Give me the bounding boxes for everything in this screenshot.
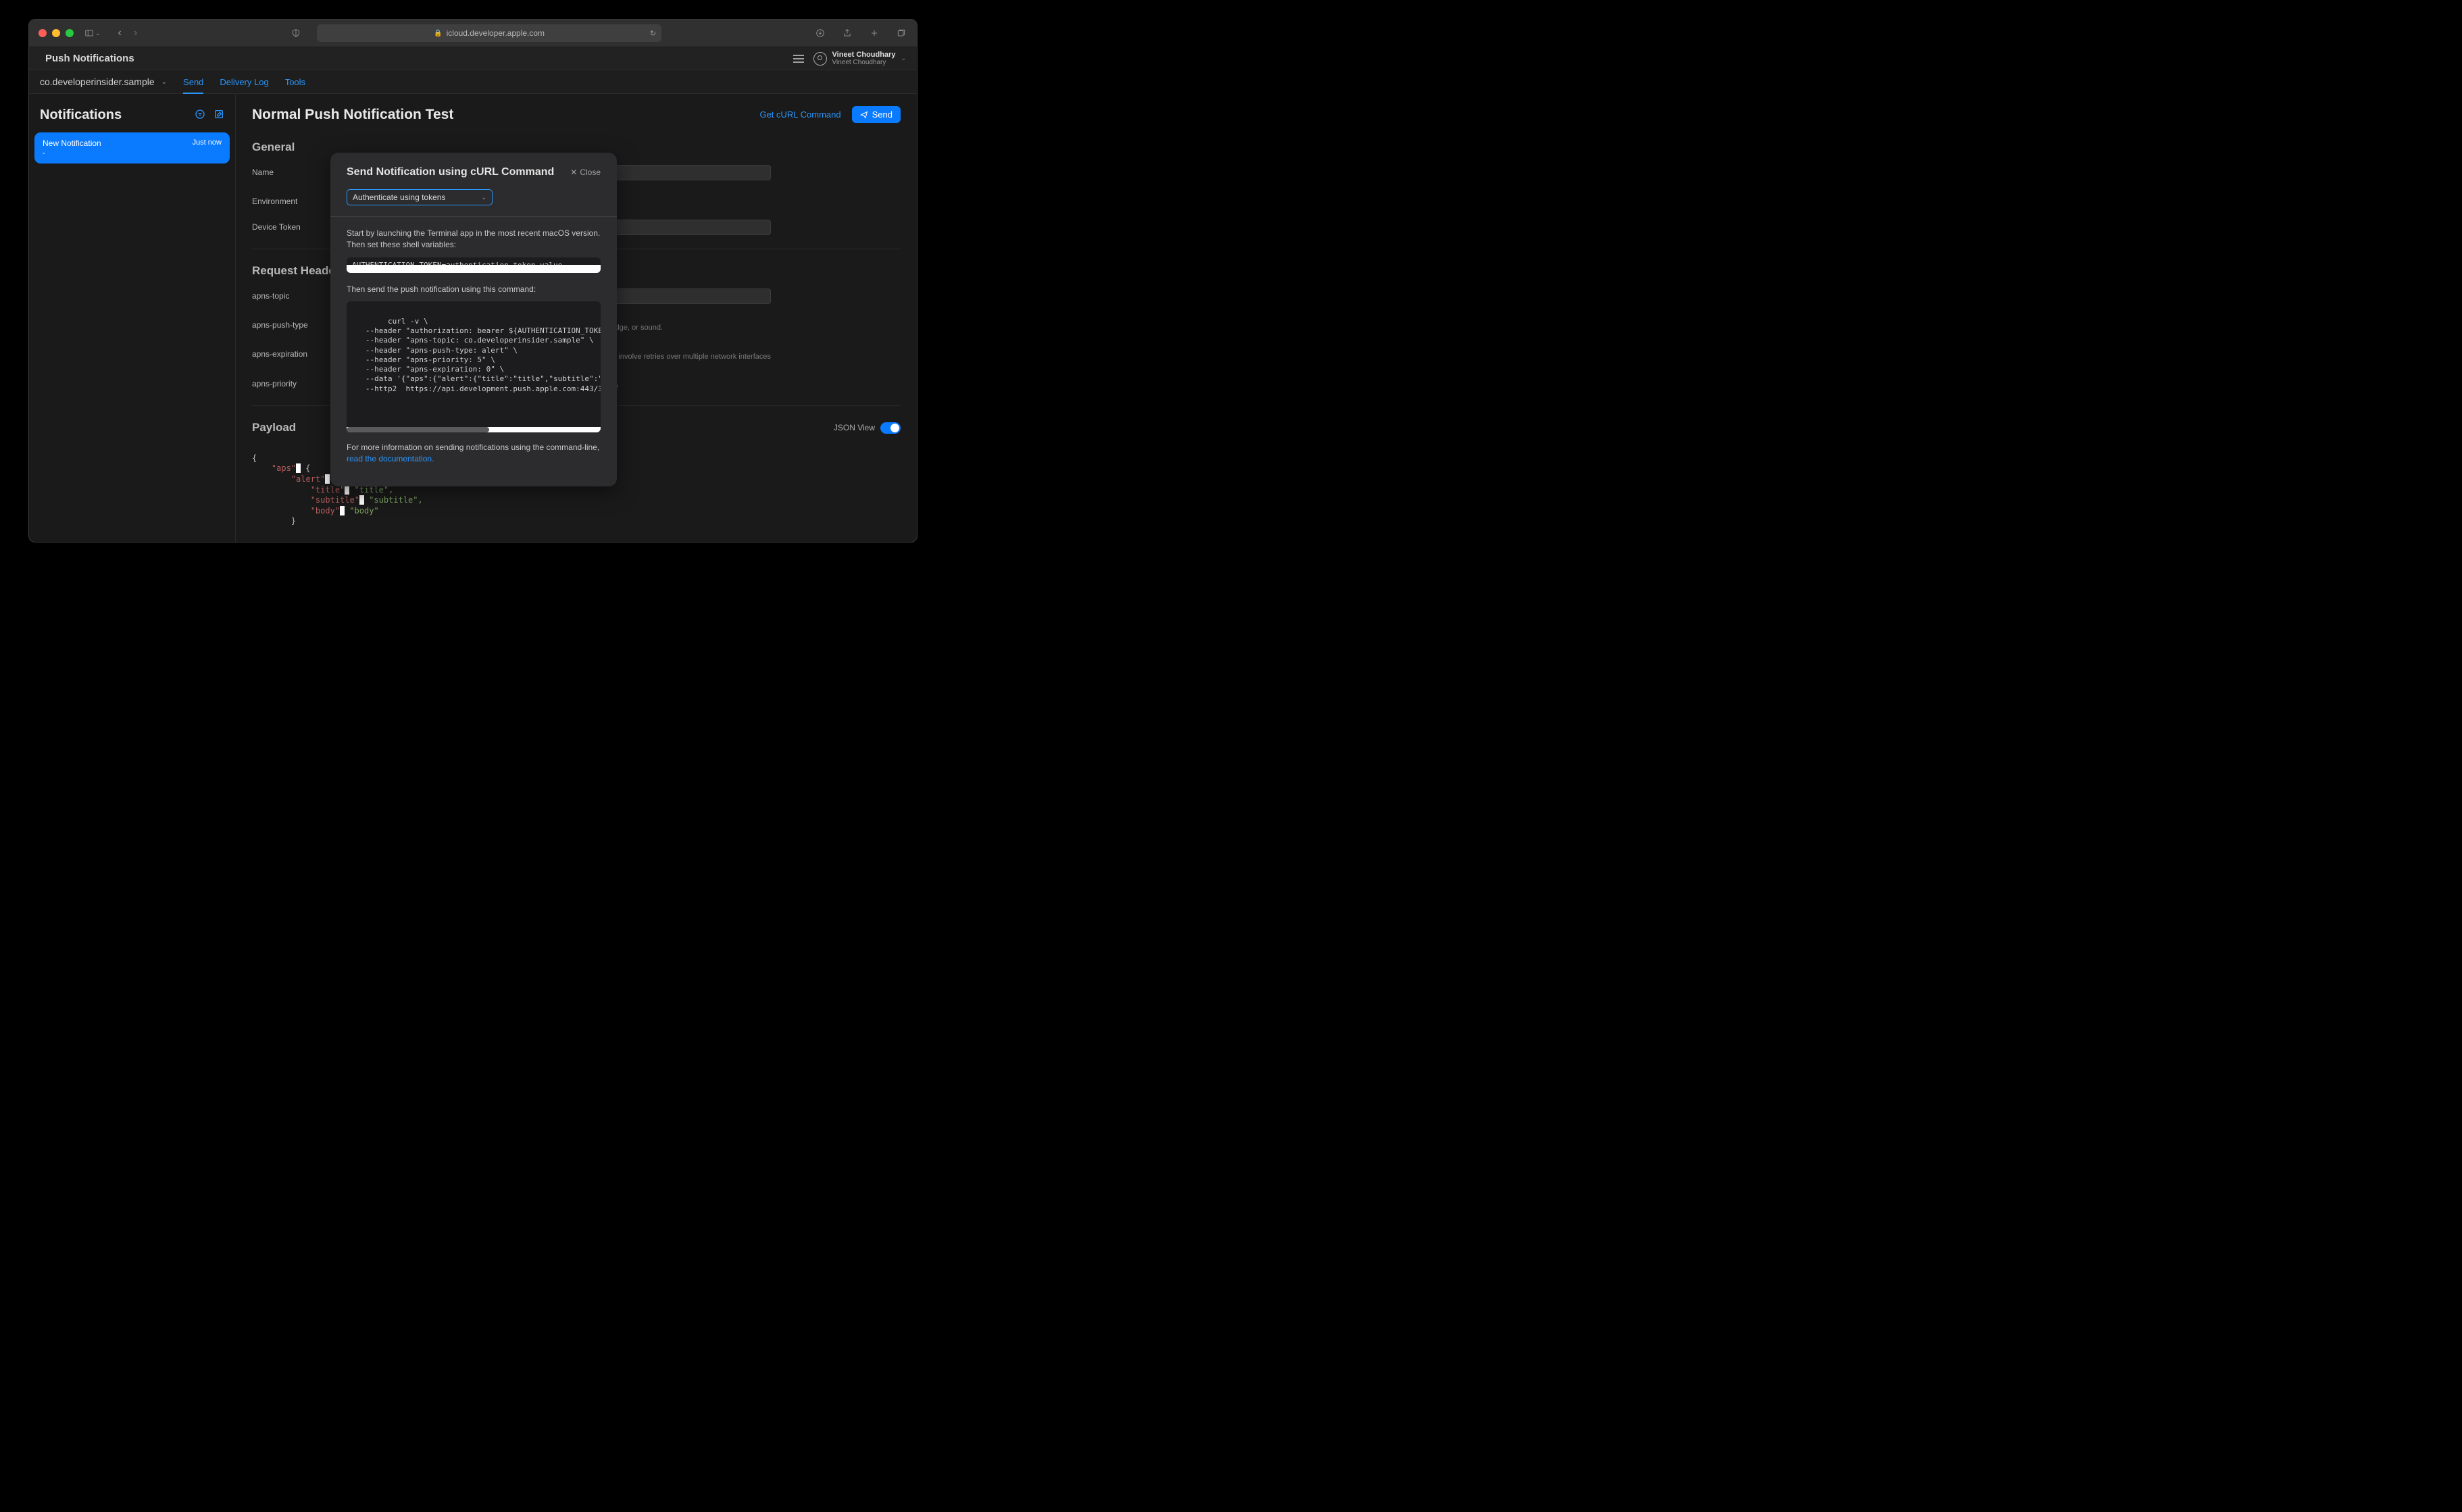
chevron-down-icon: ⌄ — [481, 194, 486, 201]
get-curl-button[interactable]: Get cURL Command — [759, 109, 840, 120]
url-text: icloud.developer.apple.com — [447, 28, 545, 38]
compose-icon[interactable] — [213, 109, 224, 122]
close-icon: ✕ — [570, 168, 577, 177]
chevron-down-icon: ⌄ — [161, 78, 167, 86]
user-menu[interactable]: Vineet Choudhary Vineet Choudhary ⌄ — [813, 51, 906, 66]
sidebar-toggle-button[interactable]: ⌄ — [84, 28, 101, 38]
page-title: Normal Push Notification Test — [252, 107, 453, 123]
tab-overview-icon[interactable] — [895, 28, 907, 38]
app-header: Push Notifications Vineet Choudhary Vine… — [29, 47, 917, 70]
label-apns-expiration: apns-expiration — [252, 347, 340, 359]
app-title: Push Notifications — [40, 53, 134, 64]
close-window-button[interactable] — [39, 29, 47, 37]
copy-button[interactable] — [588, 305, 597, 315]
label-device-token: Device Token — [252, 220, 340, 232]
switch-icon — [880, 422, 901, 434]
label-apns-priority: apns-priority — [252, 376, 340, 388]
scrollbar[interactable] — [347, 427, 489, 432]
send-button[interactable]: Send — [852, 106, 901, 123]
titlebar-right — [814, 28, 907, 38]
minimize-window-button[interactable] — [52, 29, 60, 37]
auth-method-select[interactable]: Authenticate using tokens ⌄ — [347, 189, 493, 205]
notification-time: Just now — [193, 138, 222, 148]
forward-button[interactable]: › — [134, 27, 137, 39]
filter-icon[interactable] — [195, 109, 205, 122]
json-view-toggle[interactable]: JSON View — [834, 422, 901, 434]
safari-window: ⌄ ‹ › 🔒 icloud.developer.apple.com ↻ Pus… — [28, 19, 918, 543]
menu-button[interactable] — [793, 55, 804, 63]
curl-code-block[interactable]: curl -v \ --header "authorization: beare… — [347, 301, 601, 432]
modal-footer: For more information on sending notifica… — [347, 442, 601, 465]
label-environment: Environment — [252, 194, 340, 206]
address-bar[interactable]: 🔒 icloud.developer.apple.com ↻ — [317, 24, 661, 42]
selection-bar — [347, 265, 601, 273]
privacy-shield-icon[interactable] — [290, 28, 302, 38]
modal-then: Then send the push notification using th… — [347, 284, 601, 295]
downloads-icon[interactable] — [814, 28, 826, 38]
chevron-down-icon: ⌄ — [901, 55, 906, 62]
user-name: Vineet Choudhary — [832, 51, 896, 59]
notification-item[interactable]: New Notification Just now - — [34, 132, 230, 163]
label-apns-topic: apns-topic — [252, 288, 340, 301]
send-icon — [860, 111, 868, 119]
reload-button[interactable]: ↻ — [650, 29, 656, 38]
section-general: General — [252, 141, 901, 154]
env-code-block[interactable]: AUTHENTICATION_TOKEN=authentication toke… — [347, 257, 601, 273]
tab-delivery-log[interactable]: Delivery Log — [220, 71, 268, 93]
label-name: Name — [252, 165, 340, 177]
avatar-icon — [813, 52, 827, 66]
window-controls — [39, 29, 74, 37]
tab-tools[interactable]: Tools — [285, 71, 305, 93]
user-team: Vineet Choudhary — [832, 59, 896, 66]
modal-title: Send Notification using cURL Command — [347, 166, 554, 178]
notification-subtitle: - — [43, 149, 222, 157]
maximize-window-button[interactable] — [66, 29, 74, 37]
subnav: co.developerinsider.sample ⌄ Send Delive… — [29, 70, 917, 94]
titlebar: ⌄ ‹ › 🔒 icloud.developer.apple.com ↻ — [29, 20, 917, 47]
modal-intro: Start by launching the Terminal app in t… — [347, 228, 601, 251]
lock-icon: 🔒 — [434, 30, 442, 37]
share-icon[interactable] — [841, 28, 853, 38]
back-button[interactable]: ‹ — [118, 27, 122, 39]
sidebar-heading: Notifications — [40, 107, 122, 123]
close-button[interactable]: ✕ Close — [570, 168, 601, 177]
nav-buttons: ‹ › — [118, 27, 138, 39]
tab-send[interactable]: Send — [183, 71, 203, 93]
section-payload: Payload — [252, 421, 296, 434]
bundle-selector[interactable]: co.developerinsider.sample ⌄ — [40, 76, 167, 87]
new-tab-icon[interactable] — [868, 28, 880, 38]
sidebar: Notifications New Notification Just now … — [29, 94, 236, 542]
notification-title: New Notification — [43, 138, 101, 148]
docs-link[interactable]: read the documentation. — [347, 454, 434, 463]
curl-modal: Send Notification using cURL Command ✕ C… — [330, 153, 617, 486]
label-apns-push-type: apns-push-type — [252, 318, 340, 330]
